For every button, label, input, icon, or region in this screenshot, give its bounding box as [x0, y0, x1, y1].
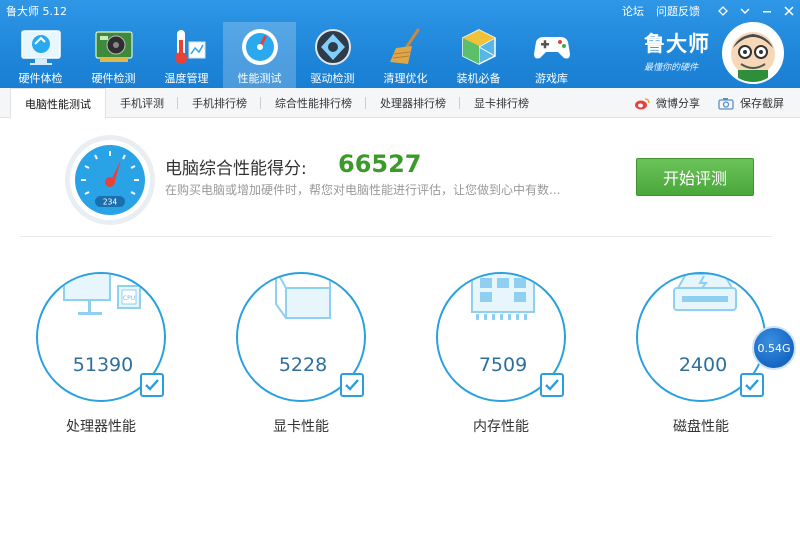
nav-software[interactable]: 装机必备 [442, 22, 515, 88]
app-title: 鲁大师 5.12 [6, 5, 67, 18]
share-actions: 微博分享 保存截屏 [616, 88, 784, 118]
memory-usage-badge[interactable]: 0.54G [752, 326, 796, 370]
brand-name: 鲁大师 [644, 32, 710, 56]
mascot-avatar[interactable] [722, 22, 784, 84]
nav-hardware-detect[interactable]: 硬件检测 [77, 22, 150, 88]
disk-score-label: 磁盘性能 [673, 419, 729, 435]
sub-tab-bar: 电脑性能测试 手机评测 手机排行榜 综合性能排行榜 处理器排行榜 显卡排行榜 微… [0, 88, 800, 119]
weibo-share-button[interactable]: 微博分享 [634, 95, 700, 111]
temperature-icon [174, 30, 205, 64]
cpu-score-label: 处理器性能 [66, 419, 136, 435]
disk-check-checkbox[interactable] [740, 373, 764, 397]
skin-icon[interactable] [712, 0, 734, 22]
nav-performance[interactable]: 性能测试 [223, 22, 296, 88]
disk-drive-icon [673, 274, 737, 311]
cpu-score-card: CPU 51390 [36, 272, 166, 402]
sub-tabs: 电脑性能测试 手机评测 手机排行榜 综合性能排行榜 处理器排行榜 显卡排行榜 [10, 88, 543, 119]
gamepad-icon [533, 36, 570, 59]
nav-label: 性能测试 [237, 72, 282, 85]
nav-driver[interactable]: 驱动检测 [296, 22, 369, 88]
disk-score-card: 2400 [636, 272, 766, 402]
nav-hardware-checkup[interactable]: 硬件体检 [4, 22, 77, 88]
broom-icon [389, 28, 419, 64]
tab-phone-ranking[interactable]: 手机排行榜 [178, 88, 261, 118]
nav-label: 温度管理 [164, 72, 209, 85]
nav-label: 清理优化 [383, 72, 428, 85]
gauge-digits: 234 [103, 198, 118, 207]
check-icon [345, 379, 359, 391]
performance-gauge-icon: 234 [65, 135, 155, 225]
score-value: 66527 [338, 150, 422, 178]
minimize-icon[interactable] [756, 0, 778, 22]
gpu-score-label: 显卡性能 [273, 419, 329, 435]
score-title: 电脑综合性能得分: [165, 159, 307, 179]
svg-text:CPU: CPU [123, 295, 135, 302]
nav-label: 游戏库 [535, 72, 568, 85]
memory-chip-icon [471, 274, 535, 320]
cpu-check-checkbox[interactable] [140, 373, 164, 397]
driver-icon [314, 29, 351, 65]
top-header: 鲁大师 5.12 论坛 问题反馈 硬件体检 硬件检测 温度管理 性能测试 驱动检… [0, 0, 800, 88]
software-box-icon [461, 29, 496, 65]
tab-cpu-ranking[interactable]: 处理器排行榜 [366, 88, 460, 118]
forum-link[interactable]: 论坛 [622, 3, 644, 19]
save-screenshot-label: 保存截屏 [740, 97, 784, 110]
main-nav: 硬件体检 硬件检测 温度管理 性能测试 驱动检测 清理优化 装机必备 游戏库 [4, 22, 588, 88]
brand-slogan: 最懂你的硬件 [644, 63, 699, 73]
weibo-share-label: 微博分享 [656, 97, 700, 110]
memory-check-checkbox[interactable] [540, 373, 564, 397]
window-controls: 论坛 问题反馈 [622, 0, 800, 22]
tab-phone-review[interactable]: 手机评测 [106, 88, 178, 118]
gpu-cube-icon [275, 274, 331, 319]
tab-pc-performance[interactable]: 电脑性能测试 [10, 88, 106, 119]
nav-cleanup[interactable]: 清理优化 [369, 22, 442, 88]
memory-score-label: 内存性能 [473, 419, 529, 435]
camera-icon [718, 97, 734, 110]
gpu-check-checkbox[interactable] [340, 373, 364, 397]
start-test-button[interactable]: 开始评测 [636, 158, 754, 196]
close-icon[interactable] [778, 0, 800, 22]
brand: 鲁大师 最懂你的硬件 [644, 28, 724, 73]
cpu-monitor-icon: CPU [63, 274, 141, 315]
save-screenshot-button[interactable]: 保存截屏 [718, 95, 784, 111]
memory-score-card: 7509 [436, 272, 566, 402]
hardware-detect-icon [94, 31, 133, 62]
menu-icon[interactable] [734, 0, 756, 22]
tab-gpu-ranking[interactable]: 显卡排行榜 [460, 88, 543, 118]
check-icon [145, 379, 159, 391]
nav-games[interactable]: 游戏库 [515, 22, 588, 88]
check-icon [745, 379, 759, 391]
performance-icon [241, 29, 278, 65]
feedback-link[interactable]: 问题反馈 [656, 3, 700, 19]
section-divider [20, 236, 772, 237]
gpu-score-card: 5228 [236, 272, 366, 402]
nav-label: 硬件体检 [18, 72, 63, 85]
nav-label: 硬件检测 [91, 72, 136, 85]
weibo-icon [635, 97, 650, 109]
mascot-face-icon [731, 32, 775, 82]
check-icon [545, 379, 559, 391]
tab-overall-ranking[interactable]: 综合性能排行榜 [261, 88, 366, 118]
score-description: 在购买电脑或增加硬件时，帮您对电脑性能进行评估，让您做到心中有数... [165, 183, 561, 197]
hardware-checkup-icon [20, 30, 61, 65]
nav-label: 装机必备 [456, 72, 501, 85]
nav-temperature[interactable]: 温度管理 [150, 22, 223, 88]
nav-label: 驱动检测 [310, 72, 355, 85]
